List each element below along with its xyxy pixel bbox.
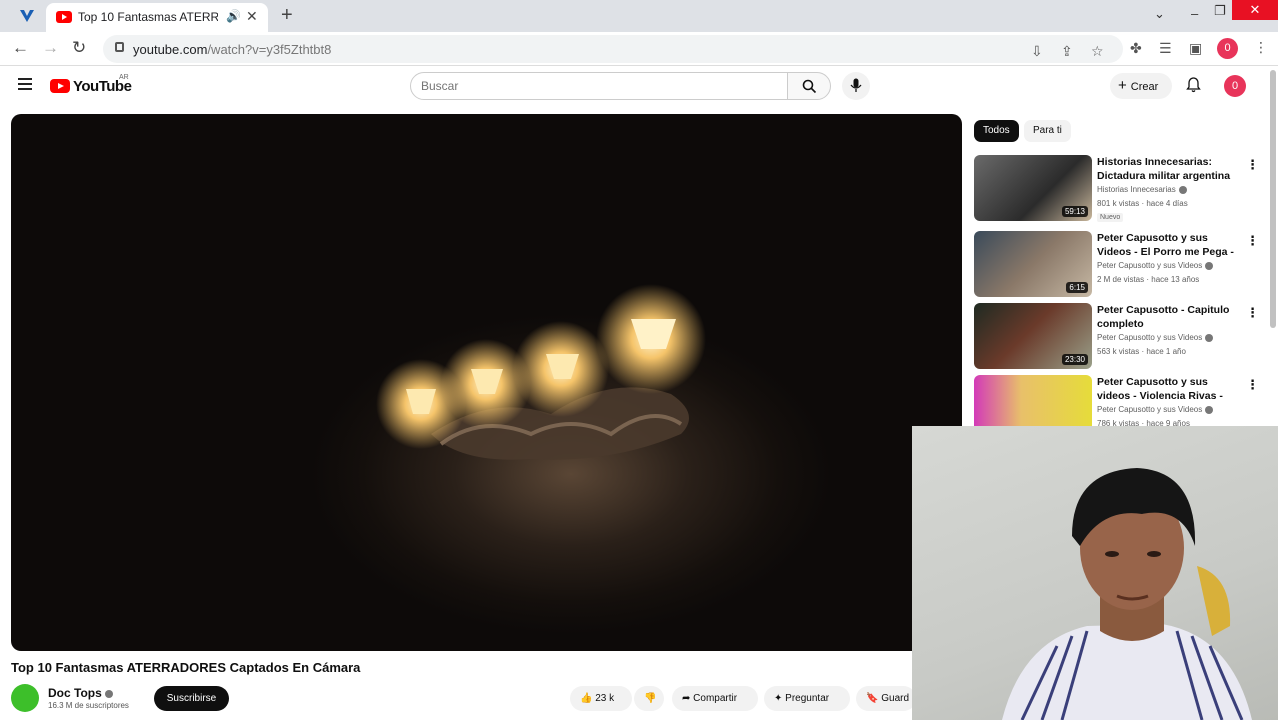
- verified-badge-icon: [1205, 333, 1214, 342]
- bookmark-star-icon[interactable]: ☆: [1091, 43, 1104, 60]
- country-code: AR: [119, 74, 129, 81]
- channel-name[interactable]: Doc Tops: [48, 686, 113, 700]
- recommendation-title[interactable]: Peter Capusotto - Capitulo completo: [1097, 303, 1237, 331]
- install-app-icon[interactable]: ⇩: [1031, 43, 1043, 60]
- more-options-icon[interactable]: ⋮: [1246, 305, 1259, 321]
- bookmark-icon: 🔖: [866, 693, 879, 704]
- minimize-button[interactable]: –: [1191, 6, 1198, 21]
- verified-badge-icon: [1205, 261, 1214, 270]
- search-input[interactable]: [421, 79, 761, 93]
- mic-icon: [850, 78, 862, 92]
- recommendation-thumbnail[interactable]: 59:13: [974, 155, 1092, 221]
- recommendation-title[interactable]: Historias Innecesarias: Dictadura milita…: [1097, 155, 1237, 183]
- webcam-overlay: [912, 426, 1278, 720]
- subscribe-button[interactable]: Suscribirse: [154, 686, 229, 711]
- user-avatar[interactable]: 0: [1224, 75, 1246, 97]
- plus-icon: +: [1118, 77, 1127, 94]
- browser-profile-avatar[interactable]: 0: [1217, 38, 1238, 59]
- more-options-icon[interactable]: ⋮: [1246, 377, 1259, 393]
- tab-close-icon[interactable]: ✕: [246, 8, 258, 25]
- recommendation-meta: 801 k vistas · hace 4 días: [1097, 199, 1188, 208]
- recommendation-meta: 2 M de vistas · hace 13 años: [1097, 275, 1200, 284]
- youtube-header: YouTube AR +Crear 0: [0, 67, 1278, 105]
- channel-avatar[interactable]: [11, 684, 39, 712]
- save-label: Guard: [881, 693, 910, 704]
- reload-icon[interactable]: ↻: [72, 38, 86, 58]
- screen: Top 10 Fantasmas ATERRADORES Captados En…: [0, 0, 1278, 720]
- browser-toolbar: ← → ↻ youtube.com/watch?v=y3f5Zthtbt8 ⇩ …: [0, 32, 1278, 66]
- search-button[interactable]: [787, 72, 831, 100]
- dislike-button[interactable]: 👎: [634, 686, 664, 711]
- duration-badge: 6:15: [1066, 282, 1088, 293]
- page-scrollbar[interactable]: [1270, 70, 1276, 328]
- browser-extension-logo-icon[interactable]: [18, 7, 36, 25]
- chip-all[interactable]: Todos: [974, 120, 1019, 142]
- restore-button[interactable]: ❐: [1214, 3, 1226, 19]
- video-title: Top 10 Fantasmas ATERRADORES Captados En…: [11, 660, 361, 675]
- recommendation-channel[interactable]: Peter Capusotto y sus Videos: [1097, 333, 1214, 342]
- duration-badge: 59:13: [1061, 206, 1088, 217]
- window-close-button[interactable]: ✕: [1232, 0, 1278, 20]
- new-tab-button[interactable]: +: [281, 4, 293, 27]
- youtube-logo-icon[interactable]: [50, 79, 70, 93]
- browser-menu-icon[interactable]: ⋮: [1254, 39, 1268, 56]
- recommendation-meta: 563 k vistas · hace 1 año: [1097, 347, 1186, 356]
- recommendation-thumbnail[interactable]: 23:30: [974, 303, 1092, 369]
- recommendation-item[interactable]: 6:15 Peter Capusotto y sus Videos - El P…: [974, 231, 1264, 299]
- share-page-icon[interactable]: ⇪: [1061, 43, 1073, 60]
- thumbs-up-icon: 👍: [580, 693, 593, 704]
- save-button[interactable]: 🔖 Guard: [856, 686, 916, 711]
- chip-for-you[interactable]: Para ti: [1024, 120, 1071, 142]
- verified-badge-icon: [1205, 405, 1214, 414]
- side-panel-icon[interactable]: ▣: [1189, 40, 1202, 57]
- recommendation-channel[interactable]: Historias Innecesarias: [1097, 185, 1187, 194]
- verified-badge-icon: [1178, 185, 1187, 194]
- share-label: Compartir: [693, 693, 738, 704]
- video-player[interactable]: [11, 114, 962, 651]
- tab-title: Top 10 Fantasmas ATERRADORES Captados En…: [78, 10, 218, 24]
- ask-button[interactable]: ✦ Preguntar: [764, 686, 850, 711]
- search-box[interactable]: [410, 72, 788, 100]
- browser-tab-active[interactable]: Top 10 Fantasmas ATERRADORES Captados En…: [46, 3, 268, 32]
- recommendation-channel[interactable]: Peter Capusotto y sus Videos: [1097, 261, 1214, 270]
- more-options-icon[interactable]: ⋮: [1246, 157, 1259, 173]
- sparkle-icon: ✦: [774, 693, 783, 704]
- extensions-puzzle-icon[interactable]: ✤: [1130, 40, 1142, 57]
- subscriber-count: 16.3 M de suscriptores: [48, 701, 129, 710]
- audio-playing-icon[interactable]: 🔊: [226, 9, 241, 23]
- recommendation-channel[interactable]: Peter Capusotto y sus Videos: [1097, 405, 1214, 414]
- media-queue-icon[interactable]: ☰: [1159, 40, 1172, 57]
- address-bar[interactable]: youtube.com/watch?v=y3f5Zthtbt8 ⇩ ⇪ ☆: [103, 35, 1123, 63]
- recommendation-item[interactable]: 23:30 Peter Capusotto - Capitulo complet…: [974, 303, 1264, 371]
- more-options-icon[interactable]: ⋮: [1246, 233, 1259, 249]
- thumbs-down-icon: 👎: [644, 693, 657, 704]
- recommendation-item[interactable]: 59:13 Historias Innecesarias: Dictadura …: [974, 155, 1264, 223]
- recommendation-thumbnail[interactable]: 6:15: [974, 231, 1092, 297]
- hamburger-menu-icon[interactable]: [18, 78, 32, 90]
- new-badge: Nuevo: [1097, 213, 1124, 222]
- forward-arrow-icon[interactable]: →: [42, 38, 59, 58]
- create-button[interactable]: + Crear: [1110, 73, 1172, 99]
- video-frame-chandelier: [376, 284, 706, 460]
- like-button[interactable]: 👍 23 k: [570, 686, 632, 711]
- verified-badge-icon: [104, 689, 113, 698]
- voice-search-button[interactable]: [842, 72, 870, 100]
- ask-label: Preguntar: [785, 693, 830, 704]
- recommendation-title[interactable]: Peter Capusotto y sus videos - Violencia…: [1097, 375, 1237, 403]
- share-button[interactable]: ➦ Compartir: [672, 686, 758, 711]
- browser-tab-bar: Top 10 Fantasmas ATERRADORES Captados En…: [0, 0, 1278, 32]
- youtube-favicon-icon: [56, 11, 72, 23]
- search-icon: [802, 79, 816, 94]
- url-text: youtube.com/watch?v=y3f5Zthtbt8: [133, 42, 332, 57]
- create-label: Crear: [1130, 81, 1159, 93]
- tab-search-chevron-icon[interactable]: ⌄: [1154, 6, 1165, 22]
- share-icon: ➦: [682, 693, 691, 704]
- duration-badge: 23:30: [1061, 354, 1088, 365]
- lock-icon: [115, 42, 124, 52]
- recommendation-title[interactable]: Peter Capusotto y sus Videos - El Porro …: [1097, 231, 1237, 259]
- notifications-bell-icon[interactable]: [1186, 77, 1201, 97]
- like-count: 23 k: [595, 693, 615, 704]
- webcam-person-image: [1002, 468, 1252, 720]
- back-arrow-icon[interactable]: ←: [12, 38, 29, 58]
